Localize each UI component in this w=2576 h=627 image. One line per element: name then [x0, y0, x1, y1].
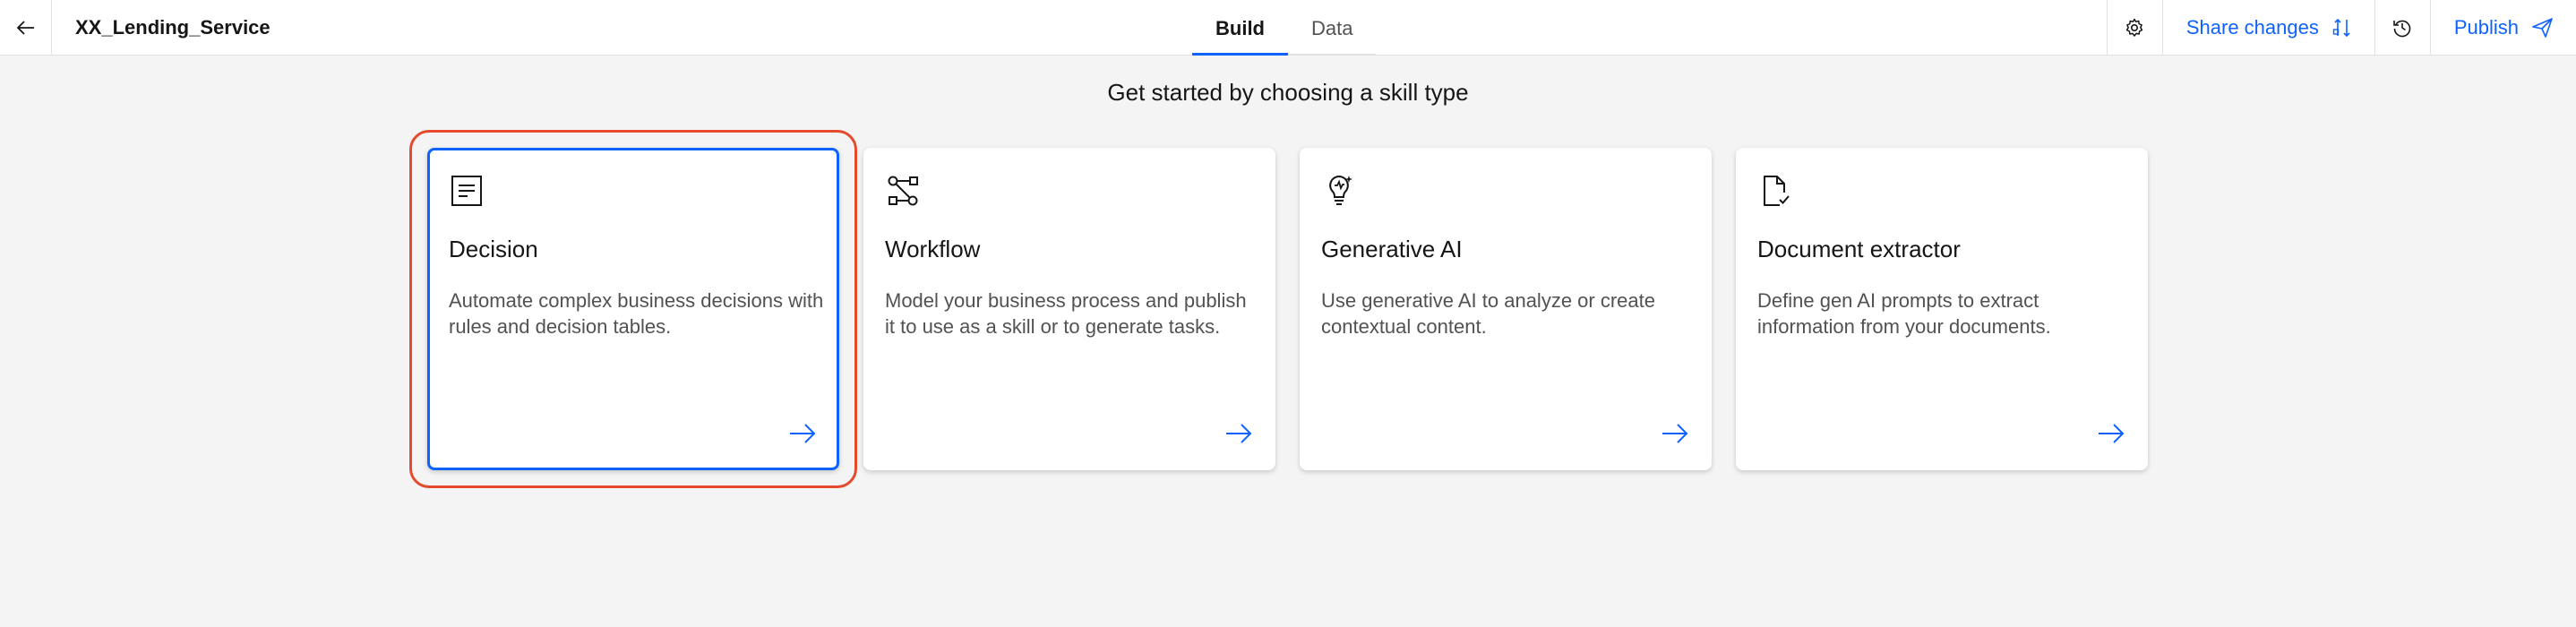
card-description: Define gen AI prompts to extract informa… [1757, 289, 2051, 338]
arrow-right-icon[interactable] [787, 418, 818, 449]
back-button[interactable] [0, 0, 52, 55]
share-changes-button[interactable]: Share changes [2161, 0, 2374, 55]
history-icon [2393, 20, 2411, 37]
skill-card-workflow[interactable]: Workflow Model your business process and… [863, 148, 1275, 470]
tab-bar: Build Data [1192, 0, 1377, 56]
arrow-right-icon[interactable] [1660, 418, 1690, 449]
skill-card-document-extractor[interactable]: Document extractor Define gen AI prompts… [1736, 148, 2148, 470]
arrow-right-icon[interactable] [2096, 418, 2126, 449]
card-title: Decision [449, 236, 538, 262]
card-title: Document extractor [1757, 236, 1961, 262]
card-description: Automate complex business decisions with… [449, 289, 824, 338]
skill-card-generative-ai[interactable]: Generative AI Use generative AI to analy… [1300, 148, 1712, 470]
skill-type-cards: Decision Automate complex business decis… [409, 130, 2148, 488]
app-title: XX_Lending_Service [75, 16, 270, 39]
card-description: Model your business process and publish … [885, 289, 1247, 338]
share-sync-icon [2332, 18, 2350, 37]
arrow-left-icon [16, 20, 34, 35]
settings-button[interactable] [2106, 0, 2162, 55]
document-list-icon [451, 176, 482, 206]
skill-card-decision[interactable]: Decision Automate complex business decis… [409, 130, 857, 488]
lightbulb-ai-icon [1329, 175, 1352, 205]
tab-data[interactable]: Data [1288, 0, 1377, 56]
gear-icon [2126, 18, 2143, 37]
send-icon [2532, 17, 2553, 38]
publish-label: Publish [2453, 15, 2519, 39]
top-header: XX_Lending_Service Build Data Share chan… [0, 0, 2576, 56]
arrow-right-icon[interactable] [1224, 418, 1254, 449]
card-description: Use generative AI to analyze or create c… [1321, 289, 1655, 338]
document-check-icon [1764, 176, 1790, 206]
card-title: Workflow [885, 236, 981, 262]
history-button[interactable] [2374, 0, 2430, 55]
card-title: Generative AI [1321, 236, 1463, 262]
share-changes-label: Share changes [2185, 15, 2319, 39]
publish-button[interactable]: Publish [2429, 0, 2576, 55]
workflow-icon [888, 176, 918, 206]
page-prompt: Get started by choosing a skill type [1107, 79, 1469, 106]
header-actions: Share changes Publish [2106, 0, 2576, 55]
tab-build[interactable]: Build [1192, 0, 1288, 56]
